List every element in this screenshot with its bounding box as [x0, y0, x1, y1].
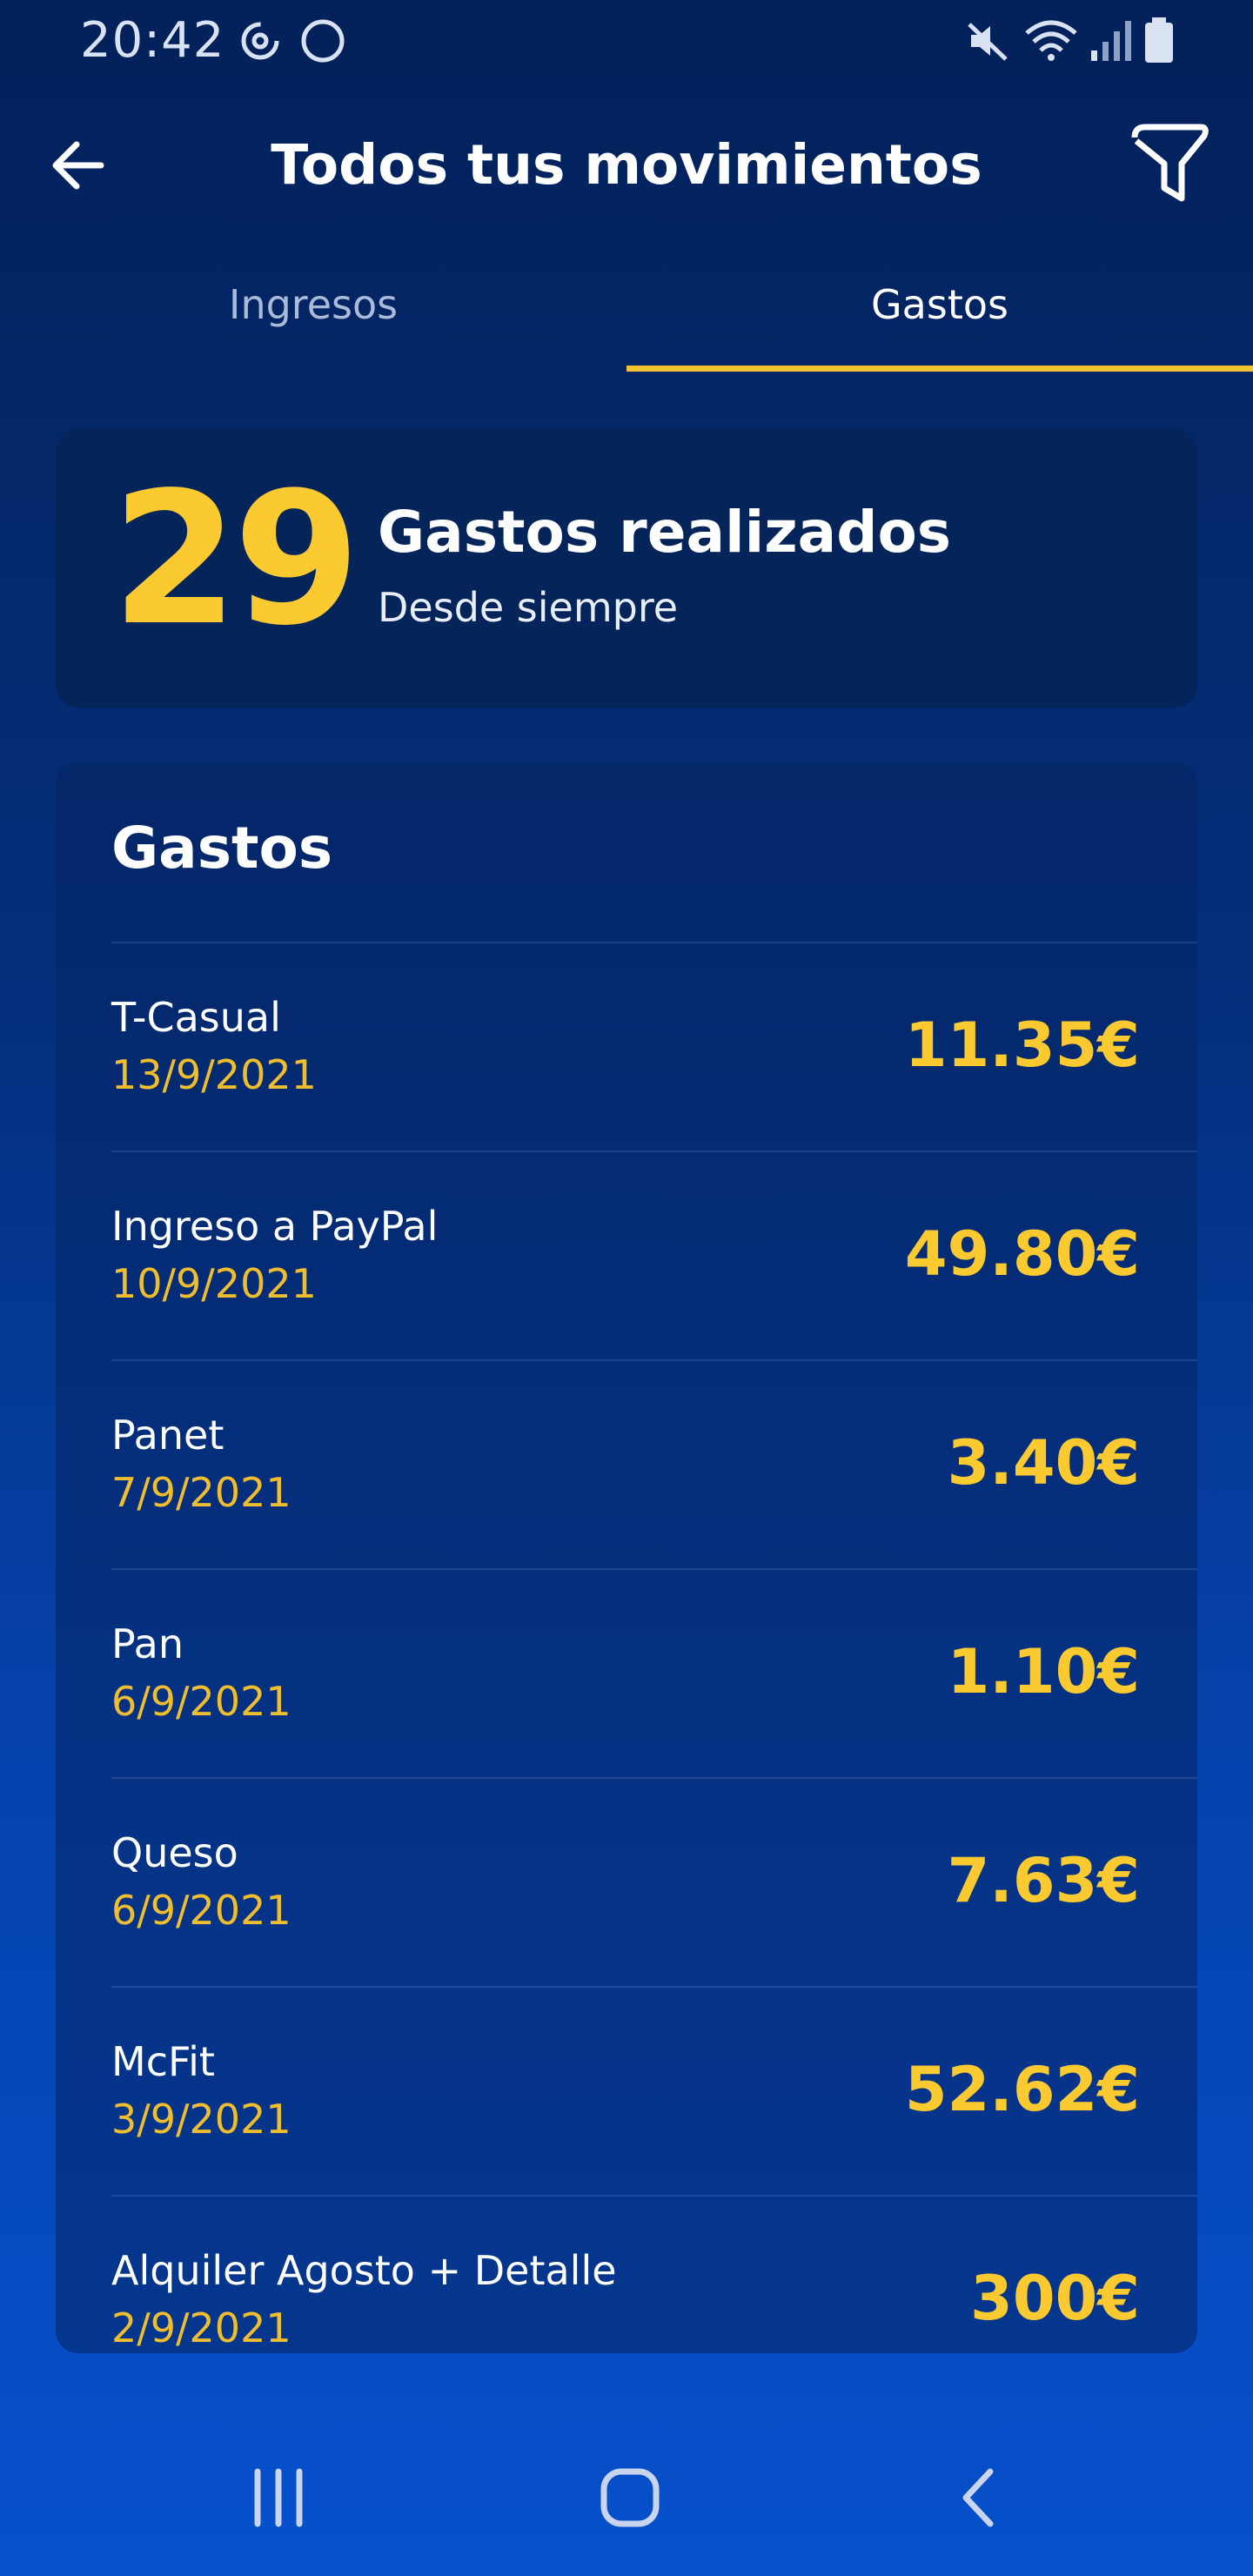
item-name: Alquiler Agosto + Detalle	[111, 2247, 617, 2294]
item-name: Pan	[111, 1620, 184, 1667]
item-date: 7/9/2021	[111, 1469, 291, 1516]
item-date: 2/9/2021	[111, 2304, 291, 2351]
circle-icon	[301, 19, 345, 63]
item-name: McFit	[111, 2038, 215, 2085]
battery-icon	[1145, 17, 1173, 63]
page-title: Todos tus movimientos	[271, 133, 982, 197]
list-item[interactable]: Queso 6/9/2021 7.63€	[111, 1777, 1197, 1988]
filter-icon[interactable]	[1128, 118, 1215, 214]
item-amount: 49.80€	[904, 1218, 1140, 1290]
item-amount: 1.10€	[947, 1636, 1140, 1707]
item-date: 13/9/2021	[111, 1051, 317, 1098]
list-item[interactable]: Alquiler Agosto + Detalle 2/9/2021 300€	[111, 2195, 1197, 2353]
item-date: 6/9/2021	[111, 1678, 291, 1725]
item-name: Queso	[111, 1829, 238, 1876]
list-item[interactable]: Panet 7/9/2021 3.40€	[111, 1359, 1197, 1570]
list-item[interactable]: Pan 6/9/2021 1.10€	[111, 1568, 1197, 1779]
wifi-icon	[1025, 20, 1077, 61]
tab-gastos[interactable]: Gastos	[626, 261, 1253, 371]
item-amount: 7.63€	[947, 1845, 1140, 1916]
item-amount: 3.40€	[947, 1427, 1140, 1499]
item-date: 10/9/2021	[111, 1260, 317, 1307]
item-amount: 11.35€	[904, 1010, 1140, 1081]
home-icon[interactable]	[578, 2445, 682, 2550]
signal-icon	[1091, 21, 1131, 61]
list-item[interactable]: Ingreso a PayPal 10/9/2021 49.80€	[111, 1150, 1197, 1361]
mute-icon	[968, 23, 1008, 61]
list-item[interactable]: McFit 3/9/2021 52.62€	[111, 1986, 1197, 2197]
summary-card: 29 Gastos realizados Desde siempre	[56, 429, 1197, 708]
recent-apps-icon[interactable]	[226, 2445, 331, 2550]
item-date: 6/9/2021	[111, 1887, 291, 1934]
tab-active-indicator	[626, 366, 1253, 372]
item-amount: 300€	[970, 2263, 1140, 2334]
system-nav-bar	[0, 2411, 1253, 2576]
item-name: Ingreso a PayPal	[111, 1203, 439, 1250]
list-item[interactable]: T-Casual 13/9/2021 11.35€	[111, 942, 1197, 1152]
expense-list-card: Gastos T-Casual 13/9/2021 11.35€ Ingreso…	[56, 762, 1197, 2353]
status-bar: 20:42	[0, 0, 1253, 84]
app-bar: Todos tus movimientos	[0, 96, 1253, 226]
tab-bar: Ingresos Gastos	[0, 261, 1253, 374]
item-name: T-Casual	[111, 994, 281, 1041]
item-date: 3/9/2021	[111, 2096, 291, 2143]
item-name: Panet	[111, 1412, 224, 1459]
summary-subtitle: Desde siempre	[378, 584, 679, 631]
tab-ingresos[interactable]: Ingresos	[0, 261, 626, 371]
list-title: Gastos	[111, 815, 333, 882]
sync-icon	[241, 22, 279, 60]
item-amount: 52.62€	[904, 2054, 1140, 2125]
status-time: 20:42	[80, 12, 225, 69]
back-icon[interactable]	[928, 2445, 1032, 2550]
summary-title: Gastos realizados	[378, 499, 952, 566]
expense-count: 29	[111, 453, 360, 666]
